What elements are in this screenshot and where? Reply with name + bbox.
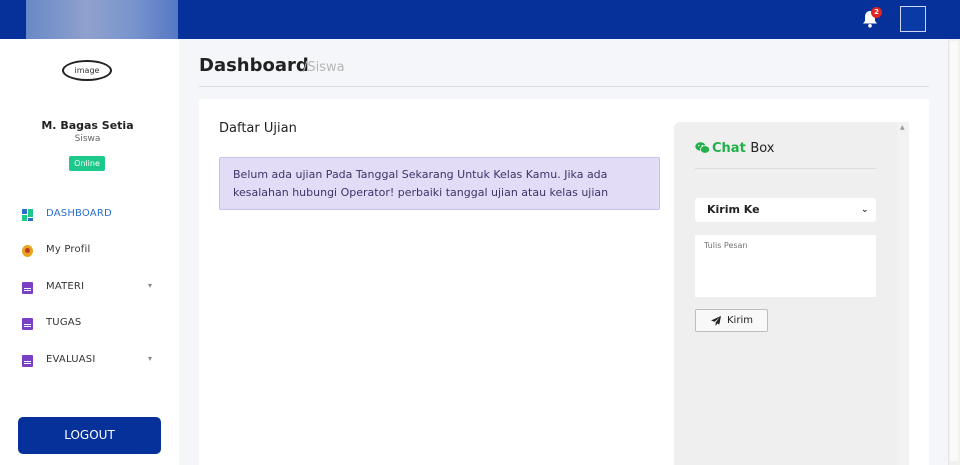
- chat-scrollbar[interactable]: [897, 122, 909, 465]
- divider: [199, 86, 929, 87]
- document-icon: [22, 355, 33, 367]
- message-input[interactable]: [695, 235, 876, 297]
- dashboard-icon: [22, 209, 33, 221]
- sidebar-item-materi[interactable]: MATERI ▾: [0, 275, 179, 301]
- recipient-select[interactable]: Kirim Ke ⌄: [695, 198, 876, 222]
- document-icon: [22, 282, 33, 294]
- recipient-select-value: Kirim Ke: [707, 203, 760, 216]
- divider: [695, 168, 876, 169]
- sidebar-item-label: MATERI: [46, 281, 85, 292]
- sidebar-item-label: DASHBOARD: [46, 208, 112, 219]
- scrollbar-thumb[interactable]: [950, 41, 958, 461]
- sidebar-item-label: TUGAS: [46, 317, 82, 328]
- user-avatar[interactable]: [900, 6, 926, 32]
- brand-logo[interactable]: [26, 0, 178, 39]
- sidebar-item-tugas[interactable]: TUGAS: [0, 311, 179, 337]
- paper-plane-icon: [711, 316, 721, 326]
- school-logo: image: [62, 60, 112, 81]
- chat-title-rest: Box: [750, 141, 775, 156]
- info-alert: Belum ada ujian Pada Tanggal Sekarang Un…: [219, 157, 660, 210]
- chevron-down-icon: ⌄: [861, 205, 869, 215]
- page-title: Dashboard: [199, 55, 309, 76]
- send-button-label: Kirim: [727, 315, 753, 326]
- document-icon: [22, 318, 33, 330]
- card-title: Daftar Ujian: [219, 121, 297, 136]
- sidebar-item-label: EVALUASI: [46, 354, 96, 365]
- user-name: M. Bagas Setia: [41, 119, 134, 132]
- chevron-down-icon: ▾: [148, 281, 153, 290]
- status-badge: Online: [69, 156, 105, 171]
- profile-icon: [22, 245, 33, 257]
- send-button[interactable]: Kirim: [695, 309, 768, 332]
- sidebar-item-my-profil[interactable]: My Profil: [0, 238, 179, 264]
- scroll-up-icon[interactable]: ▲: [900, 124, 905, 131]
- chevron-down-icon: ▾: [148, 354, 153, 363]
- notification-badge: 2: [871, 7, 882, 18]
- chat-title: Chat Box: [712, 141, 775, 156]
- sidebar-item-evaluasi[interactable]: EVALUASI ▾: [0, 348, 179, 374]
- sidebar-item-label: My Profil: [46, 244, 91, 255]
- chat-title-highlight: Chat: [712, 141, 746, 156]
- logout-button[interactable]: LOGOUT: [18, 417, 161, 454]
- breadcrumb: /Siswa: [303, 60, 345, 75]
- user-role: Siswa: [74, 134, 101, 144]
- sidebar-item-dashboard[interactable]: DASHBOARD: [0, 202, 179, 228]
- wechat-icon: [695, 142, 710, 154]
